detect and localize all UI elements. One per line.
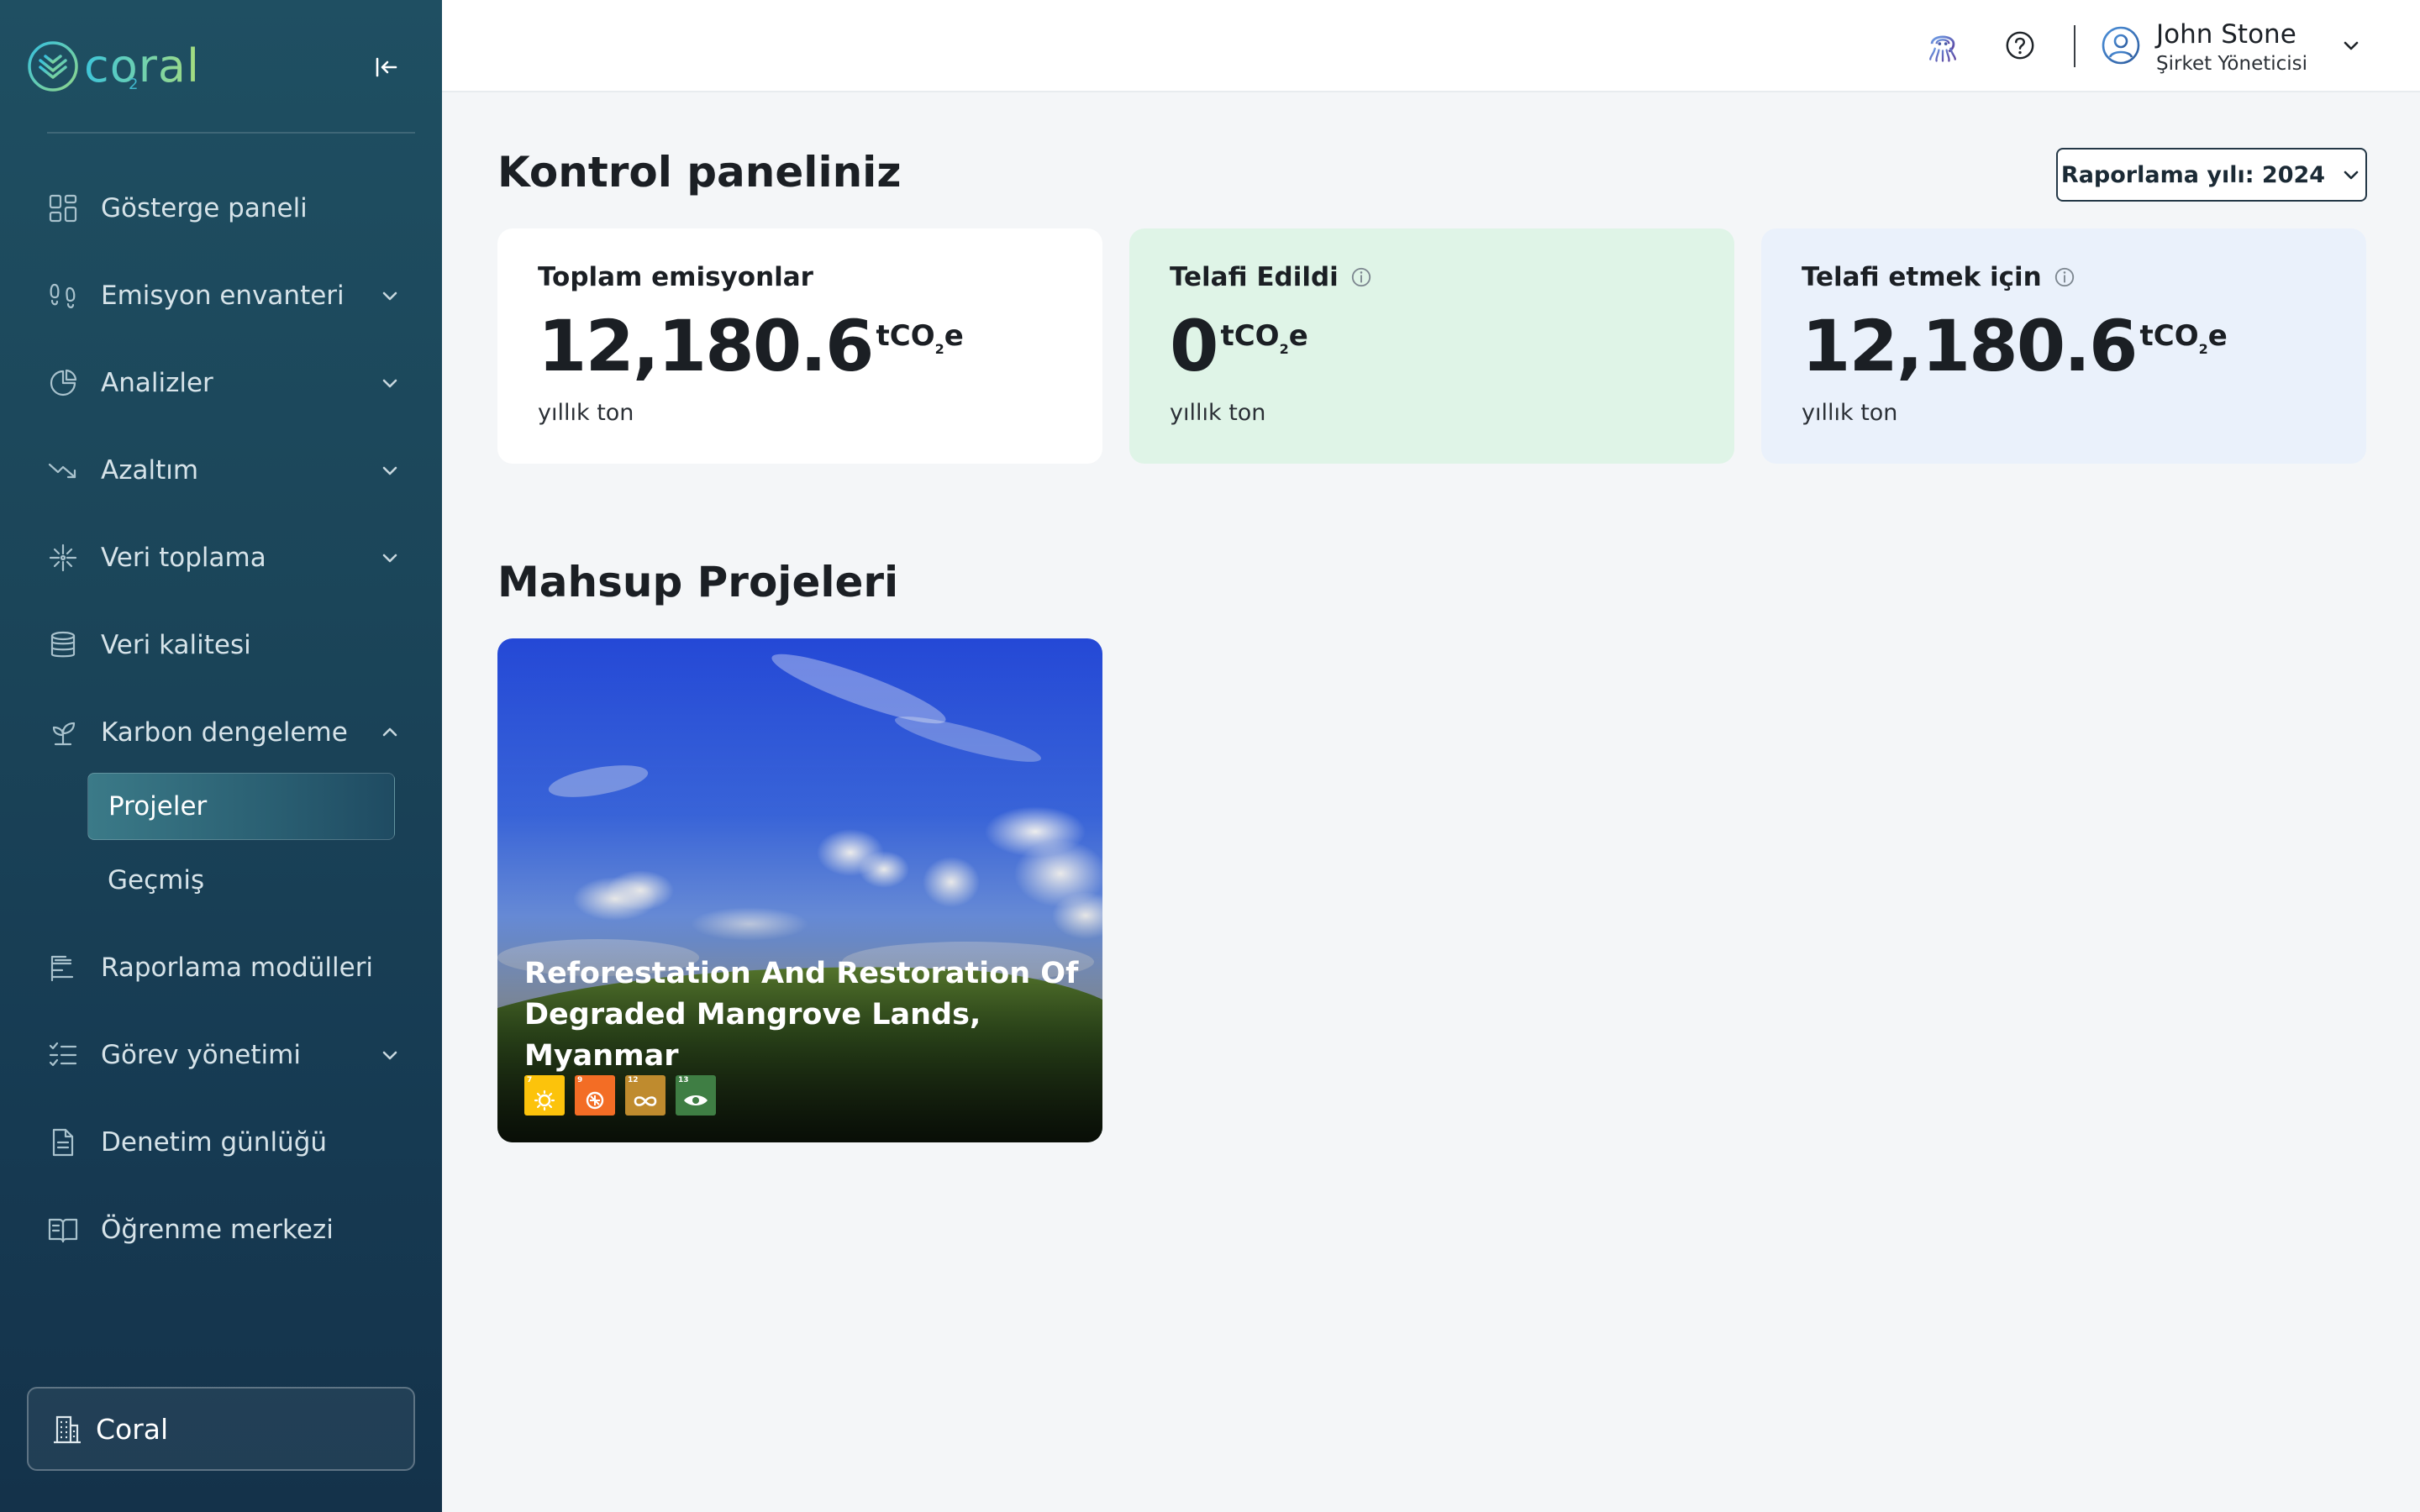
chevron-down-icon [2344,171,2359,180]
sidebar-item-reporting-modules[interactable]: Raporlama modülleri [27,934,415,1001]
sidebar-item-learning-center[interactable]: Öğrenme merkezi [27,1196,415,1263]
sidebar-divider [47,132,415,134]
sidebar-item-dashboard[interactable]: Gösterge paneli [27,175,415,242]
sparkle-icon [27,542,101,574]
document-icon [27,1126,101,1158]
database-icon [27,629,101,661]
footprint-icon [27,280,101,312]
help-button[interactable] [1998,24,2042,67]
card-value: 12,180.6 [1802,305,2139,387]
card-title: Telafi etmek için [1802,262,2042,292]
card-title: Toplam emisyonlar [538,262,813,292]
building-icon [54,1415,81,1444]
logo-subscript: 2 [129,76,139,93]
chevron-down-icon[interactable] [2339,34,2363,60]
sidebar-item-reduction[interactable]: Azaltım [27,437,415,504]
project-title: Reforestation And Restoration Of Degrade… [524,957,1079,1073]
sidebar-item-label: Raporlama modülleri [101,953,374,983]
sdg-13-badge: 13 [676,1075,716,1116]
sidebar-item-label: Azaltım [101,455,199,486]
card-period: yıllık ton [1802,400,1898,426]
sidebar-item-label: Görev yönetimi [101,1040,301,1070]
coral-logo-icon [28,41,78,92]
sidebar-item-label: Veri kalitesi [101,630,251,660]
organization-name: Coral [96,1412,169,1446]
coral-logo[interactable]: coral 2 [27,39,201,93]
offset-card: Telafi Edildi 0 tCO2e yıllık ton [1129,228,1734,464]
chevron-down-icon[interactable] [373,366,407,400]
card-unit: tCO2e [2139,319,2228,357]
sidebar-item-emission-inventory[interactable]: Emisyon envanteri [27,262,415,329]
page-title: Kontrol paneliniz [497,148,902,197]
sdg-7-badge: 7 [524,1075,565,1116]
sdg-12-badge: 12 [625,1075,666,1116]
sdg-9-badge: 9 [575,1075,615,1116]
card-title: Telafi Edildi [1170,262,1339,292]
sidebar-item-label: Emisyon envanteri [101,281,345,311]
octopus-assistant-icon [1929,35,1956,62]
sidebar-item-task-management[interactable]: Görev yönetimi [27,1021,415,1089]
help-circle-icon [2006,31,2034,60]
total-emissions-card: Toplam emisyonlar 12,180.6 tCO2e yıllık … [497,228,1102,464]
report-icon [27,952,101,984]
sidebar-subitem-projects[interactable]: Projeler [87,773,395,840]
organization-switcher[interactable]: Coral [27,1387,415,1471]
card-value: 0 [1170,305,1218,387]
ai-assistant-button[interactable] [1921,24,1965,67]
sidebar-item-carbon-offset[interactable]: Karbon dengeleme [27,699,415,766]
info-icon[interactable] [2054,266,2075,288]
collapse-sidebar-button[interactable] [370,50,403,84]
user-menu[interactable]: John Stone Şirket Yöneticisi [2101,15,2363,79]
sidebar-subitem-history[interactable]: Geçmiş [87,847,395,914]
sidebar-item-label: Analizler [101,368,213,398]
sidebar: coral 2 Gösterge paneli Emisyon envanter… [0,0,442,1512]
user-name: John Stone [2156,19,2296,50]
project-card[interactable]: Reforestation And Restoration Of Degrade… [497,638,1102,1142]
card-unit: tCO2e [1220,319,1308,357]
sidebar-item-label: Denetim günlüğü [101,1127,328,1158]
sidebar-item-audit-log[interactable]: Denetim günlüğü [27,1109,415,1176]
user-role: Şirket Yöneticisi [2156,53,2308,75]
sidebar-item-label: Gösterge paneli [101,193,308,223]
sidebar-item-label: Veri toplama [101,543,266,573]
sidebar-item-label: Karbon dengeleme [101,717,348,748]
grid-icon [27,192,101,224]
trend-down-icon [27,454,101,486]
info-icon[interactable] [1350,266,1372,288]
card-unit: tCO2e [876,319,964,357]
user-avatar-icon [2101,25,2141,69]
card-value: 12,180.6 [538,305,875,387]
sidebar-item-data-quality[interactable]: Veri kalitesi [27,612,415,679]
sidebar-item-label: Öğrenme merkezi [101,1215,334,1245]
reporting-year-value: Raporlama yılı: 2024 [2060,161,2326,188]
chevron-up-icon[interactable] [373,716,407,749]
sidebar-item-data-collection[interactable]: Veri toplama [27,524,415,591]
chevron-down-icon[interactable] [373,1038,407,1072]
logo-wordmark: coral [84,39,201,92]
sprout-icon [27,717,101,748]
task-list-icon [27,1039,101,1071]
chevron-down-icon[interactable] [373,279,407,312]
header-separator [2074,25,2075,67]
card-period: yıllık ton [1170,400,1266,426]
collapse-left-icon [376,57,397,77]
pie-chart-icon [27,367,101,399]
sidebar-item-analytics[interactable]: Analizler [27,349,415,417]
card-period: yıllık ton [538,400,634,426]
section-title: Mahsup Projeleri [497,558,899,606]
chevron-down-icon[interactable] [373,454,407,487]
to-offset-card: Telafi etmek için 12,180.6 tCO2e yıllık … [1761,228,2366,464]
chevron-down-icon[interactable] [373,541,407,575]
book-icon [27,1214,101,1246]
reporting-year-select[interactable]: Raporlama yılı: 2024 [2056,148,2367,202]
